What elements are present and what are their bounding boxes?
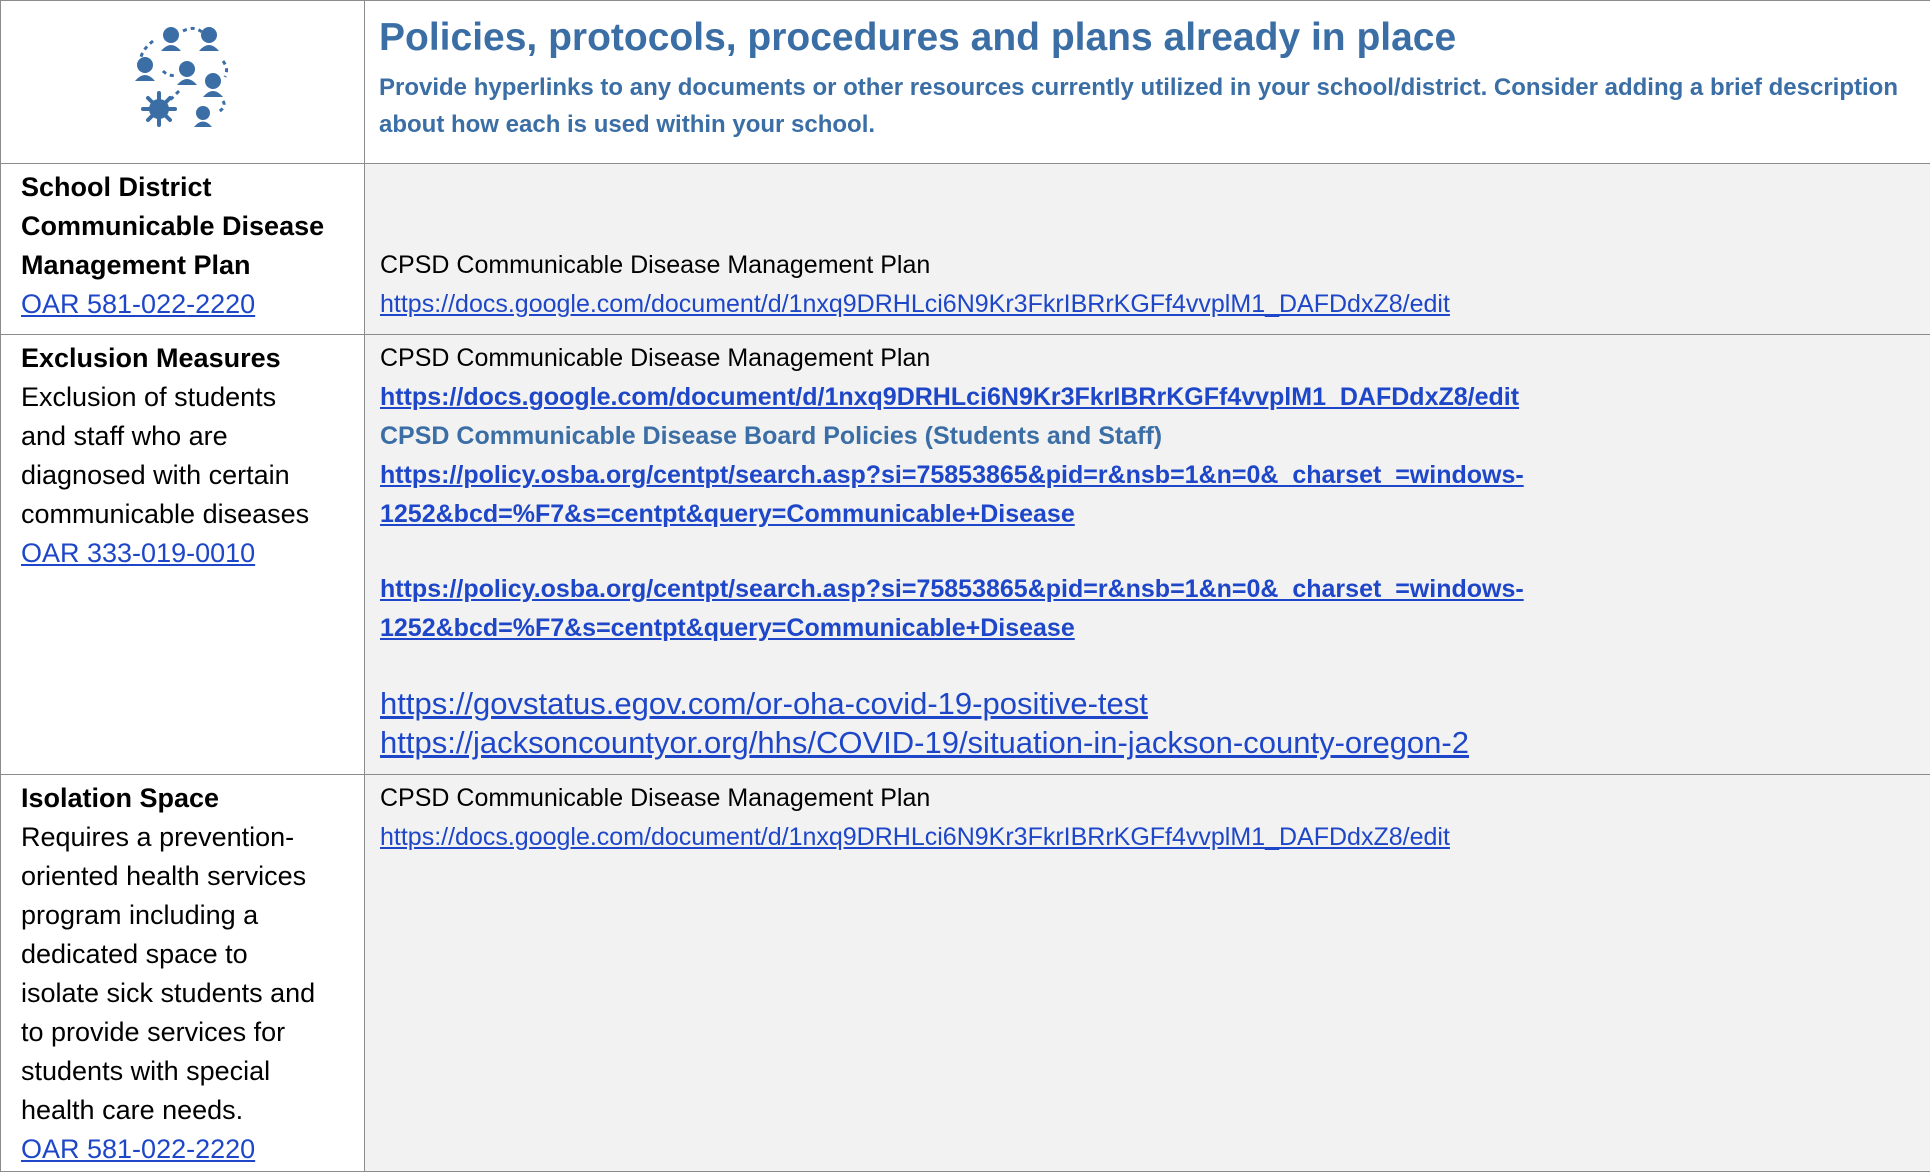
row-desc-line: communicable diseases [21,495,358,534]
people-network-virus-icon [123,21,243,131]
row-desc-line: diagnosed with certain [21,456,358,495]
row-desc-line: program including a [21,896,358,935]
header-icon-cell [1,1,365,164]
header-row: Policies, protocols, procedures and plan… [1,1,1930,164]
table-row: Exclusion Measures Exclusion of students… [1,335,1930,775]
row-label-cell: Exclusion Measures Exclusion of students… [1,335,365,775]
plan-link[interactable]: https://docs.google.com/document/d/1nxq9… [380,378,1924,417]
row-label-line: Communicable Disease [21,207,358,246]
row-desc-line: dedicated space to [21,935,358,974]
row-desc-line: to provide services for [21,1013,358,1052]
jackson-county-link[interactable]: https://jacksoncountyor.org/hhs/COVID-19… [380,723,1924,762]
policy-link[interactable]: https://policy.osba.org/centpt/search.as… [380,456,1830,534]
oar-link[interactable]: OAR 333-019-0010 [21,534,358,573]
table-row: Isolation Space Requires a prevention- o… [1,775,1930,1172]
row-label-line: School District [21,168,358,207]
plan-link[interactable]: https://docs.google.com/document/d/1nxq9… [380,818,1924,857]
plan-link[interactable]: https://docs.google.com/document/d/1nxq9… [380,285,1924,324]
policy-link[interactable]: https://policy.osba.org/centpt/search.as… [380,570,1830,648]
table-row: School District Communicable Disease Man… [1,164,1930,335]
page-title: Policies, protocols, procedures and plan… [379,13,1916,63]
row-desc-line: Exclusion of students [21,378,358,417]
plan-name: CPSD Communicable Disease Management Pla… [380,246,1924,285]
row-content-cell: CPSD Communicable Disease Management Pla… [365,335,1930,775]
oar-link[interactable]: OAR 581-022-2220 [21,1130,358,1169]
row-label: Isolation Space [21,779,358,818]
row-label: Exclusion Measures [21,339,358,378]
govstatus-link[interactable]: https://govstatus.egov.com/or-oha-covid-… [380,684,1924,723]
row-content-cell: CPSD Communicable Disease Management Pla… [365,164,1930,335]
row-label-cell: School District Communicable Disease Man… [1,164,365,335]
oar-link[interactable]: OAR 581-022-2220 [21,285,358,324]
row-desc-line: students with special [21,1052,358,1091]
row-desc-line: oriented health services [21,857,358,896]
row-desc-line: isolate sick students and [21,974,358,1013]
plan-name: CPSD Communicable Disease Management Pla… [380,339,1924,378]
row-content-cell: CPSD Communicable Disease Management Pla… [365,775,1930,1172]
row-desc-line: Requires a prevention- [21,818,358,857]
row-label-line: Management Plan [21,246,358,285]
policies-table: Policies, protocols, procedures and plan… [0,0,1930,1172]
plan-name: CPSD Communicable Disease Management Pla… [380,779,1924,818]
row-label-cell: Isolation Space Requires a prevention- o… [1,775,365,1172]
page-subtitle: Provide hyperlinks to any documents or o… [379,69,1916,143]
policies-title: CPSD Communicable Disease Board Policies… [380,417,1924,456]
row-desc-line: health care needs. [21,1091,358,1130]
header-text-cell: Policies, protocols, procedures and plan… [365,1,1930,164]
row-desc-line: and staff who are [21,417,358,456]
